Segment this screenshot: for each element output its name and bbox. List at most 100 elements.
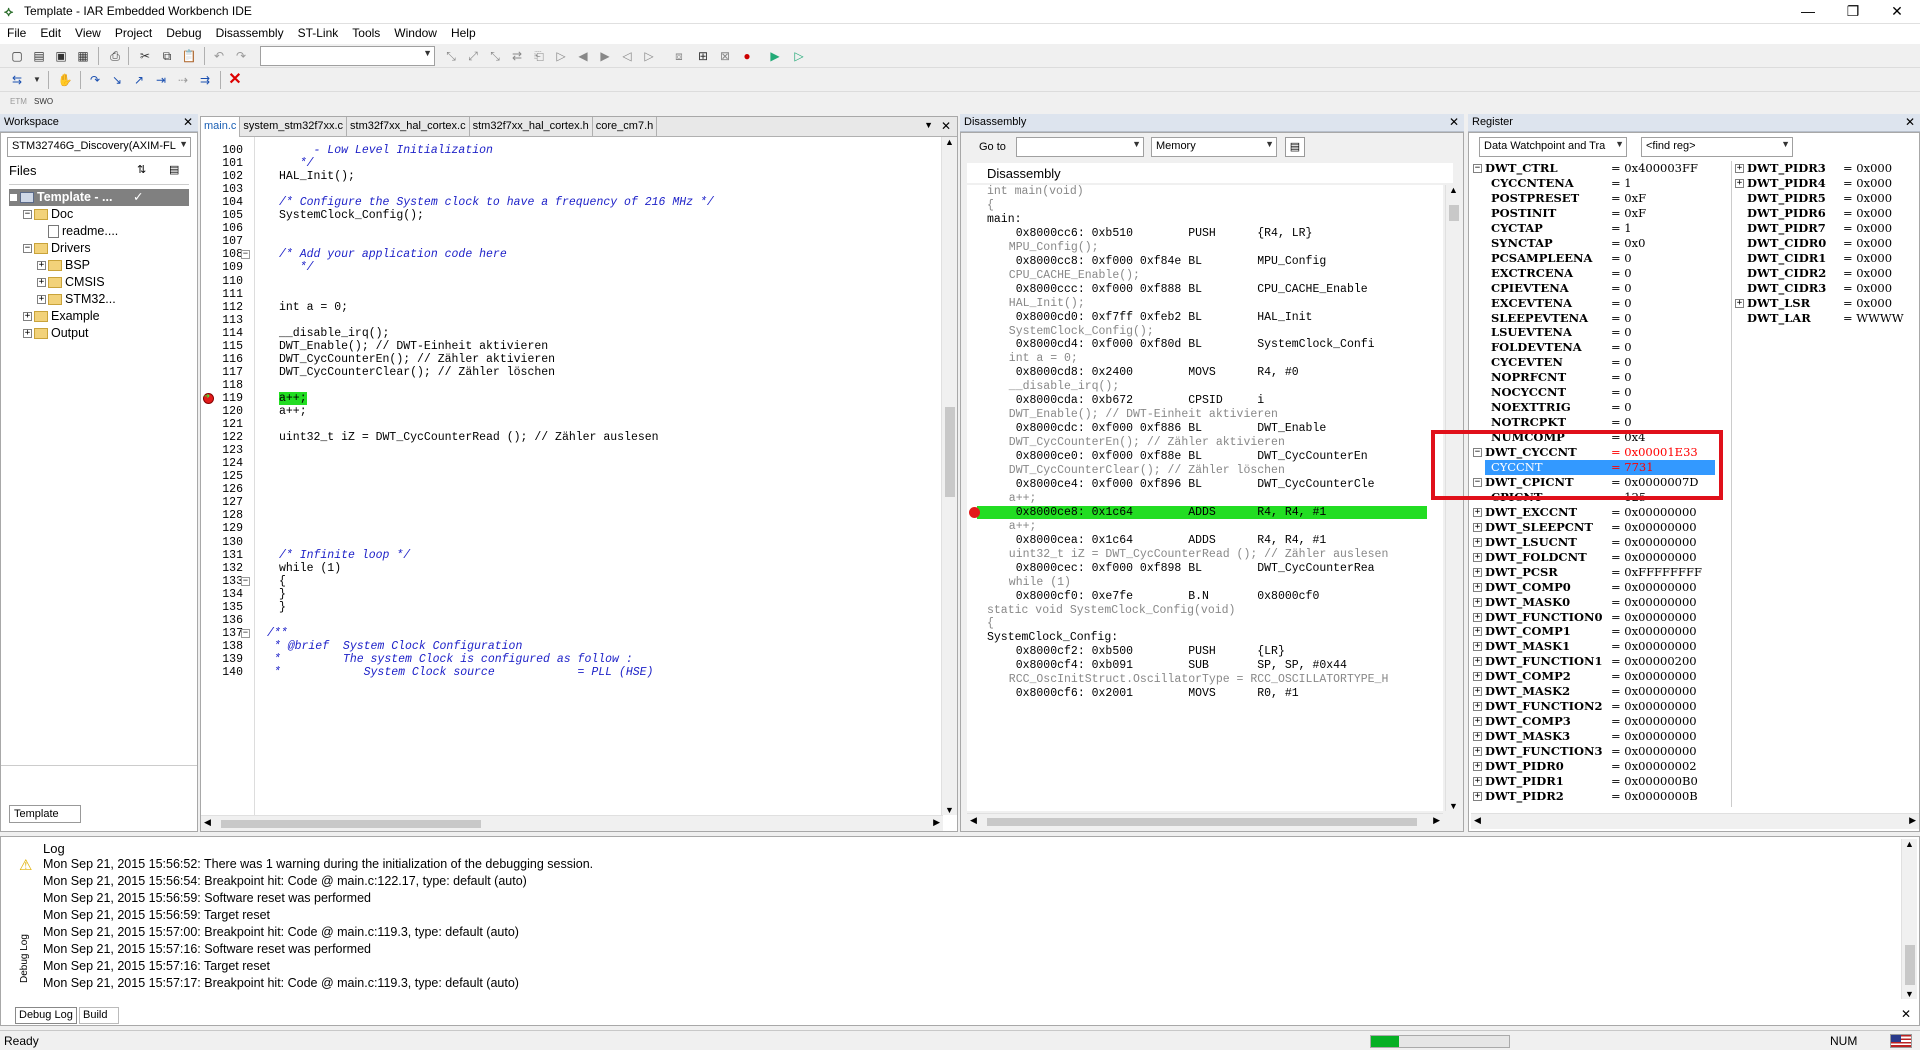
expand-icon[interactable]: + [37, 261, 46, 271]
expand-icon[interactable]: + [1473, 717, 1482, 727]
menu-disassembly[interactable]: Disassembly [209, 24, 291, 42]
editor-hscroll[interactable]: ◀ ▶ [201, 815, 943, 831]
disassembly-line[interactable]: SystemClock_Config(); [995, 325, 1154, 338]
register-value[interactable]: = 0xF [1611, 206, 1646, 221]
disassembly-line[interactable]: HAL_Init(); [995, 297, 1085, 310]
disasm-hscroll[interactable]: ◀ ▶ [967, 813, 1443, 829]
register-value[interactable]: = 0 [1611, 281, 1632, 296]
nav-back-icon[interactable]: ◁ [618, 47, 636, 65]
undo-icon[interactable]: ↶ [210, 47, 228, 65]
register-row[interactable]: NOPRFCNT = 0 [1471, 370, 1731, 385]
register-row[interactable]: + DWT_EXCCNT = 0x00000000 [1471, 505, 1731, 520]
register-value[interactable]: = 0x00000000 [1611, 610, 1697, 625]
register-row[interactable]: + DWT_FUNCTION1 = 0x00000200 [1471, 654, 1731, 669]
copy-icon[interactable]: ⧉ [158, 47, 176, 65]
close-icon[interactable]: ✕ [1449, 115, 1459, 129]
editor-tab[interactable]: system_stm32f7xx.c [240, 117, 348, 137]
tree-item[interactable]: + Example [9, 308, 189, 325]
register-value[interactable]: = 0x00000000 [1611, 580, 1697, 595]
collapse-icon[interactable]: − [23, 244, 32, 254]
disassembly-line[interactable]: __disable_irq(); [995, 380, 1119, 393]
register-value[interactable]: = 0x00000000 [1611, 639, 1697, 654]
tree-item[interactable]: − Doc [9, 206, 189, 223]
disasm-vscroll[interactable]: ▲ ▼ [1445, 185, 1461, 811]
register-row[interactable]: + DWT_MASK0 = 0x00000000 [1471, 595, 1731, 610]
toggle-breakpoint-icon[interactable]: ● [738, 47, 756, 65]
register-value[interactable]: = 1 [1611, 176, 1632, 191]
disassembly-line[interactable]: while (1) [995, 576, 1071, 589]
disassembly-listing[interactable]: int main(void){main: 0x8000cc6: 0xb510 P… [967, 185, 1443, 811]
expand-icon[interactable]: + [1473, 657, 1482, 667]
register-row[interactable]: CPIEVTENA = 0 [1471, 281, 1731, 296]
register-value[interactable]: = 0x00000000 [1611, 624, 1697, 639]
expand-icon[interactable]: + [1473, 642, 1482, 652]
register-row[interactable]: + DWT_FUNCTION3 = 0x00000000 [1471, 744, 1731, 759]
breakpoint-icon[interactable] [969, 506, 980, 518]
register-value[interactable]: = 0x00000000 [1611, 684, 1697, 699]
disassembly-line[interactable]: 0x8000cf2: 0xb500 PUSH {LR} [995, 645, 1285, 658]
memory-select[interactable]: Memory ▼ [1151, 137, 1277, 157]
prev-bookmark-icon[interactable]: ◀ [574, 47, 592, 65]
print-icon[interactable]: ⎙ [106, 47, 124, 65]
menu-window[interactable]: Window [387, 24, 444, 42]
register-row[interactable]: + DWT_FUNCTION0 = 0x00000000 [1471, 610, 1731, 625]
disassembly-line[interactable]: 0x8000ce4: 0xf000 0xf896 BL DWT_CycCount… [995, 478, 1375, 491]
expand-icon[interactable]: + [1473, 687, 1482, 697]
expand-icon[interactable]: + [1473, 507, 1482, 517]
expand-icon[interactable]: + [1473, 732, 1482, 742]
fold-icon[interactable]: − [241, 250, 250, 260]
redo-icon[interactable]: ↷ [232, 47, 250, 65]
register-row[interactable]: NOTRCPKT = 0 [1471, 415, 1731, 430]
stop-debugging-icon[interactable]: ✕ [226, 71, 244, 89]
register-row[interactable]: + DWT_LSUCNT = 0x00000000 [1471, 535, 1731, 550]
register-row[interactable]: + DWT_PCSR = 0xFFFFFFFF [1471, 565, 1731, 580]
register-row[interactable]: NOCYCCNT = 0 [1471, 385, 1731, 400]
close-icon[interactable]: ✕ [941, 119, 951, 133]
register-value[interactable]: = 0 [1611, 296, 1632, 311]
expand-icon[interactable]: + [1473, 627, 1482, 637]
register-value[interactable]: = 0x000000B0 [1611, 774, 1698, 789]
tree-item[interactable]: readme.... [9, 223, 189, 240]
disassembly-line[interactable]: 0x8000cf4: 0xb091 SUB SP, SP, #0x44 [995, 659, 1347, 672]
goto-icon[interactable]: ⎗ [530, 47, 548, 65]
expand-icon[interactable]: + [23, 312, 32, 322]
register-value[interactable]: = 0x00000000 [1611, 535, 1697, 550]
register-row[interactable]: − DWT_CTRL = 0x400003FF [1471, 161, 1731, 176]
disassembly-line[interactable]: 0x8000cda: 0xb672 CPSID i [995, 394, 1264, 407]
disassembly-line[interactable]: DWT_CycCounterClear(); // Zähler löschen [995, 464, 1285, 477]
fold-icon[interactable]: − [241, 576, 250, 586]
register-value[interactable]: = 0x000 [1843, 221, 1892, 236]
register-row[interactable]: + DWT_COMP1 = 0x00000000 [1471, 624, 1731, 639]
register-value[interactable]: = 0x400003FF [1611, 161, 1698, 176]
register-value[interactable]: = 0x000 [1843, 191, 1892, 206]
register-value[interactable]: = 0x00000000 [1611, 744, 1697, 759]
register-value[interactable]: = 0x4 [1611, 430, 1645, 445]
expand-icon[interactable]: + [1473, 762, 1482, 771]
register-row[interactable]: + DWT_PIDR1 = 0x000000B0 [1471, 774, 1731, 789]
toggle-source-icon[interactable]: ▤ [1285, 137, 1305, 157]
disassembly-line[interactable]: 0x8000cf0: 0xe7fe B.N 0x8000cf0 [995, 590, 1320, 603]
register-value[interactable]: = 0x00000000 [1611, 595, 1697, 610]
step-into-icon[interactable]: ↘ [108, 71, 126, 89]
options-icon[interactable]: ▤ [169, 163, 179, 176]
register-group-select[interactable]: Data Watchpoint and Tra ▼ [1479, 137, 1627, 157]
menu-st-link[interactable]: ST-Link [291, 24, 346, 42]
close-icon[interactable]: ✕ [183, 115, 193, 129]
register-value[interactable]: = 0x00000000 [1611, 714, 1697, 729]
expand-icon[interactable]: + [37, 295, 46, 305]
paste-icon[interactable]: 📋 [180, 47, 198, 65]
register-row[interactable]: + DWT_FUNCTION2 = 0x00000000 [1471, 699, 1731, 714]
tab-build[interactable]: Build [79, 1007, 119, 1024]
menu-debug[interactable]: Debug [159, 24, 208, 42]
disassembly-line[interactable]: main: [987, 213, 1022, 226]
collapse-icon[interactable]: − [1473, 477, 1482, 487]
register-value[interactable]: = 0 [1611, 325, 1632, 340]
register-row[interactable]: SYNCTAP = 0x0 [1471, 236, 1731, 251]
register-value[interactable]: = 0x0000007D [1611, 475, 1699, 490]
disassembly-line[interactable]: 0x8000cc6: 0xb510 PUSH {R4, LR} [995, 227, 1313, 240]
disassembly-line[interactable]: 0x8000ce8: 0x1c64 ADDS R4, R4, #1 [977, 505, 1427, 519]
register-value[interactable]: = 0x000 [1843, 251, 1892, 266]
register-row[interactable]: CYCCNT = 7731 [1471, 460, 1731, 475]
disassembly-line[interactable]: 0x8000ce0: 0xf000 0xf88e BL DWT_CycCount… [995, 450, 1368, 463]
disassembly-line[interactable]: 0x8000cec: 0xf000 0xf898 BL DWT_CycCount… [995, 562, 1375, 575]
